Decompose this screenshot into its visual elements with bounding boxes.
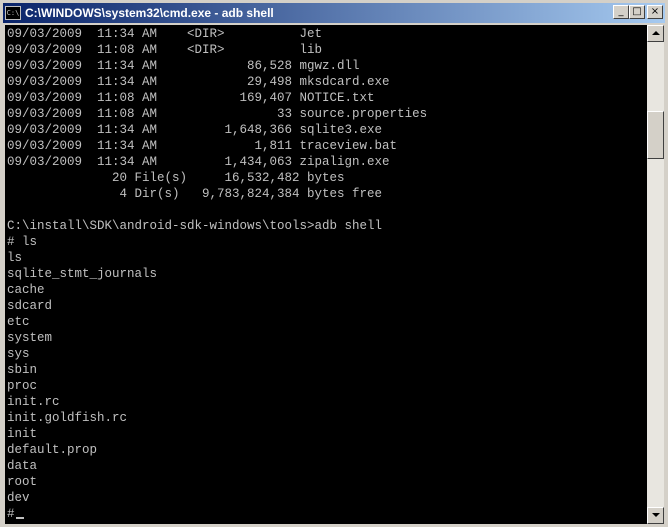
console-line: C:\install\SDK\android-sdk-windows\tools… xyxy=(7,219,383,233)
maximize-button[interactable]: □ xyxy=(629,5,645,19)
console-line: 09/03/2009 11:34 AM <DIR> Jet xyxy=(7,27,323,41)
arrow-up-icon xyxy=(652,31,660,35)
scroll-down-button[interactable] xyxy=(647,507,664,524)
console-line: cache xyxy=(7,283,45,297)
title-bar[interactable]: C:\ C:\WINDOWS\system32\cmd.exe - adb sh… xyxy=(3,3,665,23)
console-line: 09/03/2009 11:34 AM 86,528 mgwz.dll xyxy=(7,59,360,73)
vertical-scrollbar[interactable] xyxy=(647,25,664,524)
minimize-button[interactable]: _ xyxy=(613,5,629,19)
console-output[interactable]: 09/03/2009 11:34 AM <DIR> Jet 09/03/2009 … xyxy=(5,25,647,524)
window-title: C:\WINDOWS\system32\cmd.exe - adb shell xyxy=(25,6,274,20)
prompt-line: # xyxy=(7,506,647,522)
console-line: default.prop xyxy=(7,443,98,457)
close-button[interactable]: × xyxy=(647,5,663,19)
console-line: ls xyxy=(7,251,23,265)
console-line: 09/03/2009 11:34 AM 29,498 mksdcard.exe xyxy=(7,75,390,89)
console-line: etc xyxy=(7,315,30,329)
scroll-up-button[interactable] xyxy=(647,25,664,42)
console-line: 09/03/2009 11:08 AM <DIR> lib xyxy=(7,43,323,57)
arrow-down-icon xyxy=(652,513,660,517)
console-line: dev xyxy=(7,491,30,505)
console-line: root xyxy=(7,475,38,489)
console-lines: 09/03/2009 11:34 AM <DIR> Jet 09/03/2009 … xyxy=(5,25,647,522)
console-line: sys xyxy=(7,347,30,361)
title-buttons: _ □ × xyxy=(613,5,663,19)
cmd-window: C:\ C:\WINDOWS\system32\cmd.exe - adb sh… xyxy=(0,0,668,527)
console-line: proc xyxy=(7,379,38,393)
console-line: 4 Dir(s) 9,783,824,384 bytes free xyxy=(7,187,383,201)
console-line: 09/03/2009 11:08 AM 33 source.properties xyxy=(7,107,428,121)
console-line: 09/03/2009 11:34 AM 1,811 traceview.bat xyxy=(7,139,398,153)
console-line: # ls xyxy=(7,235,38,249)
shell-prompt: # xyxy=(7,507,15,521)
console-line: sbin xyxy=(7,363,38,377)
scrollbar-thumb[interactable] xyxy=(647,111,664,159)
cmd-app-icon[interactable]: C:\ xyxy=(5,6,21,20)
console-line: 09/03/2009 11:34 AM 1,648,366 sqlite3.ex… xyxy=(7,123,383,137)
console-line: 09/03/2009 11:34 AM 1,434,063 zipalign.e… xyxy=(7,155,390,169)
console-line: 20 File(s) 16,532,482 bytes xyxy=(7,171,345,185)
console-line: init.goldfish.rc xyxy=(7,411,128,425)
console-line: system xyxy=(7,331,53,345)
console-line: 09/03/2009 11:08 AM 169,407 NOTICE.txt xyxy=(7,91,375,105)
console-line: sdcard xyxy=(7,299,53,313)
console-line: data xyxy=(7,459,38,473)
console-line: init.rc xyxy=(7,395,60,409)
console-line: init xyxy=(7,427,38,441)
console-line: sqlite_stmt_journals xyxy=(7,267,158,281)
text-cursor xyxy=(15,517,24,519)
